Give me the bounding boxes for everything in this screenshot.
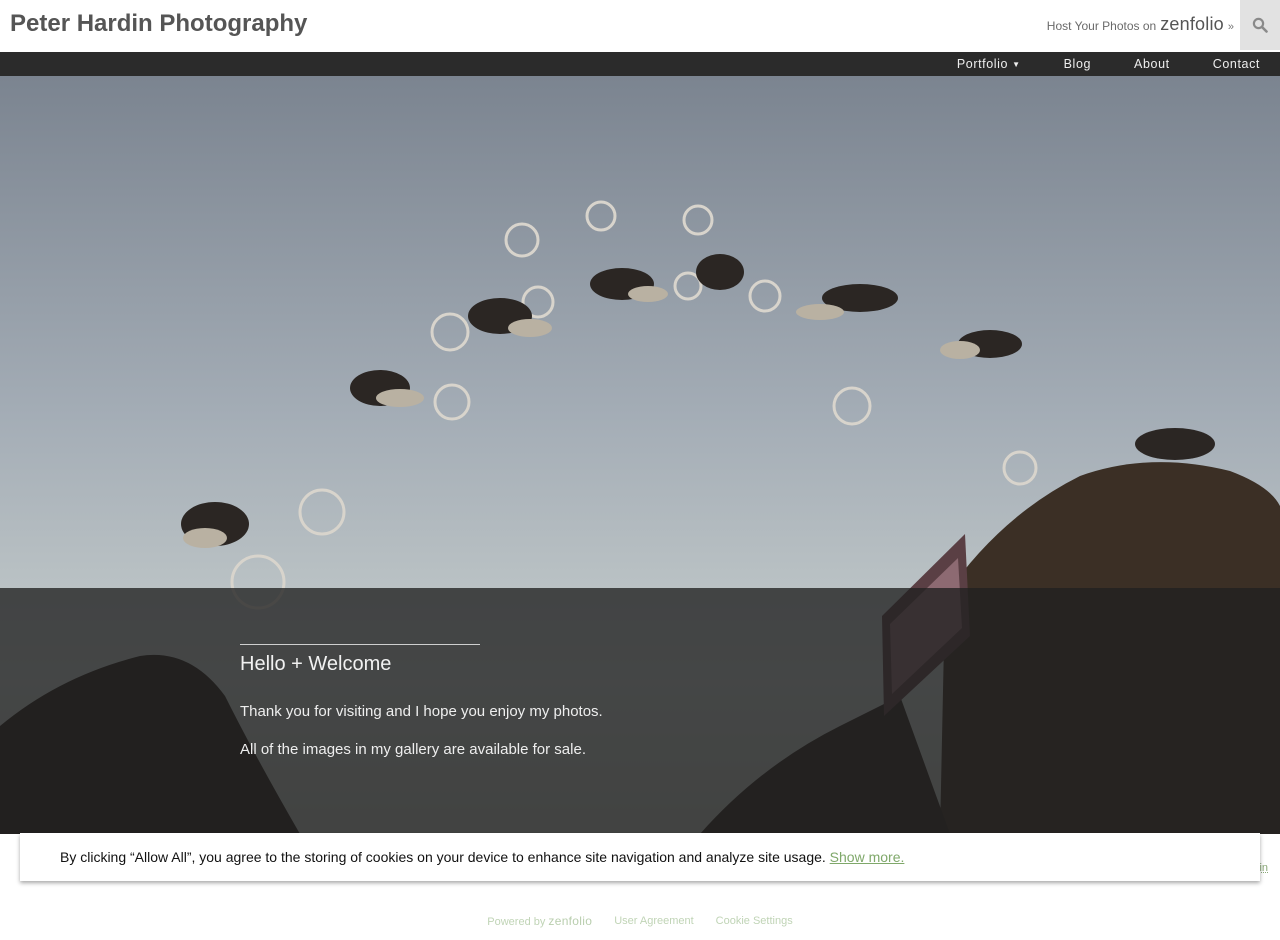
chevron-down-icon: ▼: [1012, 60, 1021, 69]
hero-banner: Hello + Welcome Thank you for visiting a…: [0, 76, 1280, 834]
nav-item-label: Blog: [1063, 57, 1092, 71]
cookie-settings-link[interactable]: Cookie Settings: [716, 915, 793, 927]
nav-item-about[interactable]: About: [1112, 52, 1191, 76]
host-link-text: Host Your Photos on: [1046, 19, 1157, 33]
search-icon: [1252, 17, 1268, 33]
welcome-heading: Hello + Welcome: [240, 653, 392, 675]
nav-item-label: Contact: [1212, 57, 1260, 71]
zenfolio-logo: zenfolio: [1160, 14, 1224, 34]
nav-item-portfolio[interactable]: Portfolio ▼: [935, 52, 1042, 76]
welcome-overlay: [0, 588, 1280, 834]
site-header: Peter Hardin Photography Host Your Photo…: [0, 0, 1280, 52]
cookie-banner: By clicking “Allow All”, you agree to th…: [20, 833, 1260, 881]
nav-item-blog[interactable]: Blog: [1042, 52, 1112, 76]
show-more-link[interactable]: Show more.: [830, 849, 905, 865]
main-navigation: Portfolio ▼ Blog About Contact: [0, 52, 1280, 76]
welcome-divider: [240, 644, 480, 645]
host-link-arrow: »: [1227, 21, 1234, 33]
cookie-banner-text: By clicking “Allow All”, you agree to th…: [60, 849, 904, 865]
powered-by-text: Powered by: [487, 916, 546, 928]
search-button[interactable]: [1240, 0, 1280, 50]
nav-item-contact[interactable]: Contact: [1191, 52, 1280, 76]
welcome-paragraph: All of the images in my gallery are avai…: [240, 741, 586, 758]
powered-by-link[interactable]: Powered by zenfolio: [487, 914, 592, 928]
nav-item-label: About: [1134, 57, 1170, 71]
login-link[interactable]: in: [1259, 862, 1268, 874]
user-agreement-link[interactable]: User Agreement: [614, 915, 693, 927]
site-title[interactable]: Peter Hardin Photography: [10, 10, 307, 38]
host-your-photos-link[interactable]: Host Your Photos on zenfolio »: [1047, 14, 1234, 35]
welcome-paragraph: Thank you for visiting and I hope you en…: [240, 703, 603, 720]
zenfolio-logo-small: zenfolio: [548, 914, 593, 928]
cookie-message: By clicking “Allow All”, you agree to th…: [60, 849, 826, 865]
site-footer: Powered by zenfolio User Agreement Cooki…: [0, 912, 1280, 930]
nav-item-label: Portfolio: [956, 57, 1009, 71]
